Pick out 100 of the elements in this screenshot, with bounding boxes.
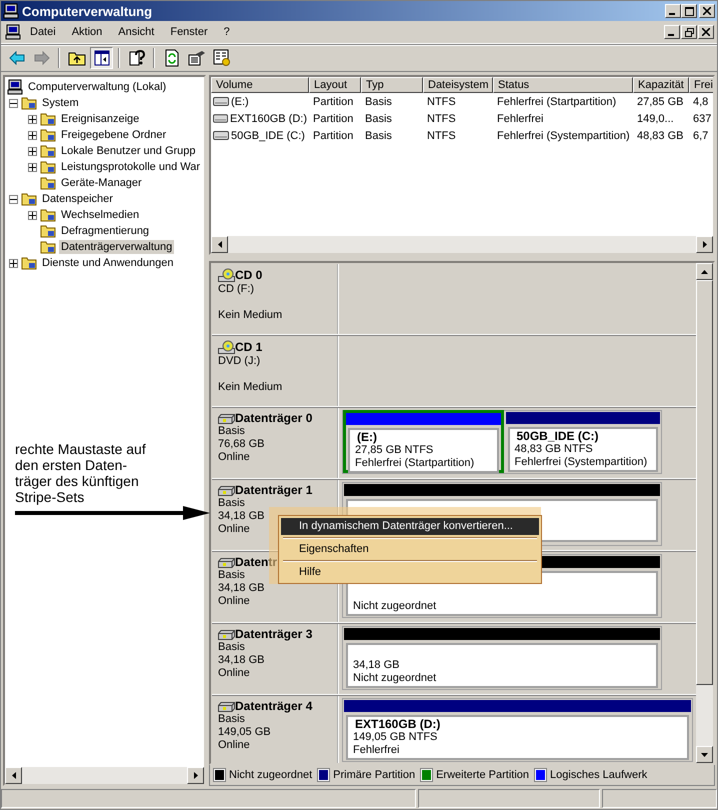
partition-size: 48,83 GB NTFS <box>514 443 594 456</box>
hard-disk-icon <box>218 484 235 496</box>
scroll-up-button[interactable] <box>696 263 713 280</box>
left-arrow-icon <box>12 772 16 779</box>
tree-item[interactable]: Lokale Benutzer und Grupp <box>59 144 198 158</box>
column-header[interactable]: Typ <box>361 77 423 93</box>
scroll-thumb[interactable] <box>696 280 713 685</box>
partition-status: Fehlerfrei (Systempartition) <box>514 456 648 469</box>
hard-disk-icon <box>218 412 235 424</box>
disk-size: 34,18 GB <box>218 510 264 523</box>
expand-toggle[interactable] <box>28 130 37 140</box>
disk-size: 34,18 GB <box>218 654 264 667</box>
disk-name: CD 0 <box>235 269 262 282</box>
expand-toggle[interactable] <box>28 162 37 172</box>
tree-item[interactable]: Wechselmedien <box>59 208 142 222</box>
plus-icon <box>29 212 36 218</box>
expand-toggle[interactable] <box>9 258 18 268</box>
plus-icon <box>29 132 36 138</box>
table-cell-text: 149,0... <box>636 112 675 124</box>
minimize-button[interactable] <box>665 4 681 18</box>
tree-item[interactable]: Dienste und Anwendungen <box>40 256 176 270</box>
properties-icon <box>212 49 230 67</box>
disk-name: Datenträger 3 <box>235 628 312 641</box>
disk-name: Datenträger 1 <box>235 484 312 497</box>
down-arrow-icon <box>701 752 708 756</box>
cd-drive-icon <box>218 340 235 355</box>
column-header[interactable]: Kapazität <box>633 77 689 93</box>
scroll-left-button[interactable] <box>5 767 22 784</box>
column-header[interactable]: Frei <box>689 77 713 93</box>
disk-type: Basis <box>218 641 245 654</box>
refresh-icon <box>164 49 180 67</box>
tree-button[interactable] <box>90 47 113 69</box>
expand-toggle[interactable] <box>28 210 37 220</box>
close-button[interactable] <box>699 4 715 18</box>
collapse-toggle[interactable] <box>9 194 18 204</box>
restore-button[interactable] <box>681 25 697 39</box>
folder-icon <box>40 111 56 127</box>
table-cell-text: Basis <box>364 112 393 124</box>
tree-item[interactable]: Datenspeicher <box>40 192 115 206</box>
tree-item[interactable]: Freigegebene Ordner <box>59 128 168 142</box>
table-cell: EXT160GB (D:) <box>230 112 307 124</box>
menu-item[interactable]: Aktion <box>64 26 110 38</box>
column-header[interactable]: Status <box>493 77 633 93</box>
folder-up-icon <box>68 50 86 66</box>
drive-icon <box>213 114 228 123</box>
close-button[interactable] <box>698 25 714 39</box>
partition[interactable]: (E:) 27,85 GB NTFS Fehlerfrei (Startpartition) <box>343 410 504 473</box>
column-header[interactable]: Volume <box>211 77 309 93</box>
minimize-button[interactable] <box>664 25 680 39</box>
table-cell: (E:) <box>231 96 249 108</box>
tree-item[interactable]: Geräte-Manager <box>59 176 144 190</box>
menu-item[interactable]: In dynamischem Datenträger konvertieren... <box>281 518 539 535</box>
folder-icon <box>21 95 37 111</box>
partition-status: Nicht zugeordnet <box>353 600 438 613</box>
menu-item[interactable]: Fenster <box>162 26 216 38</box>
disk-type: Basis <box>218 569 245 582</box>
folder-icon <box>40 175 56 191</box>
cd-drive-icon <box>218 268 235 283</box>
menu-item[interactable]: ? <box>216 26 238 38</box>
disk-size: 149,05 GB <box>218 726 271 739</box>
scroll-down-button[interactable] <box>696 746 713 763</box>
column-header[interactable]: Layout <box>309 77 361 93</box>
table-cell-text: Basis <box>364 96 393 108</box>
tree-item[interactable]: Leistungsprotokolle und War <box>59 160 202 174</box>
folder-icon <box>40 143 56 159</box>
scroll-right-button[interactable] <box>187 767 204 784</box>
scroll-left-button[interactable] <box>211 236 228 253</box>
tree-item[interactable]: Ereignisanzeige <box>59 112 142 126</box>
disk-type: Basis <box>218 425 245 438</box>
menu-item[interactable]: Datei <box>22 26 64 38</box>
partition-name: (E:) <box>356 431 378 444</box>
folder-icon <box>40 159 56 175</box>
partition-status: Fehlerfrei <box>353 744 400 757</box>
hard-disk-icon <box>218 628 235 640</box>
table-cell-text: 27,85 GB <box>636 96 684 108</box>
drive-icon <box>213 97 229 106</box>
tree-item[interactable]: System <box>40 96 81 110</box>
computer-icon <box>4 24 22 40</box>
table-cell-text: 637 <box>692 112 712 124</box>
up-arrow-icon <box>701 270 708 274</box>
table-cell-text: NTFS <box>426 112 457 124</box>
tree-item[interactable]: Defragmentierung <box>59 224 152 238</box>
tree-item[interactable]: Datenträgerverwaltung <box>59 240 174 254</box>
scroll-right-button[interactable] <box>696 236 713 253</box>
export-icon <box>188 50 206 66</box>
menu-item[interactable]: Ansicht <box>110 26 162 38</box>
disk-type: Basis <box>218 497 245 510</box>
hard-disk-icon <box>218 700 235 712</box>
table-cell-text: 48,83 GB <box>636 130 684 142</box>
disk-status: Kein Medium <box>218 309 282 322</box>
close-icon <box>703 7 711 15</box>
disk-status: Online <box>218 739 250 752</box>
maximize-button[interactable] <box>681 4 697 18</box>
tree-item[interactable]: Computerverwaltung (Lokal) <box>26 80 168 94</box>
menu-item[interactable]: Eigenschaften <box>281 541 539 558</box>
column-header[interactable]: Dateisystem <box>423 77 493 93</box>
expand-toggle[interactable] <box>28 114 37 124</box>
expand-toggle[interactable] <box>28 146 37 156</box>
collapse-toggle[interactable] <box>9 98 18 108</box>
legend-label: Nicht zugeordnet <box>229 769 312 781</box>
